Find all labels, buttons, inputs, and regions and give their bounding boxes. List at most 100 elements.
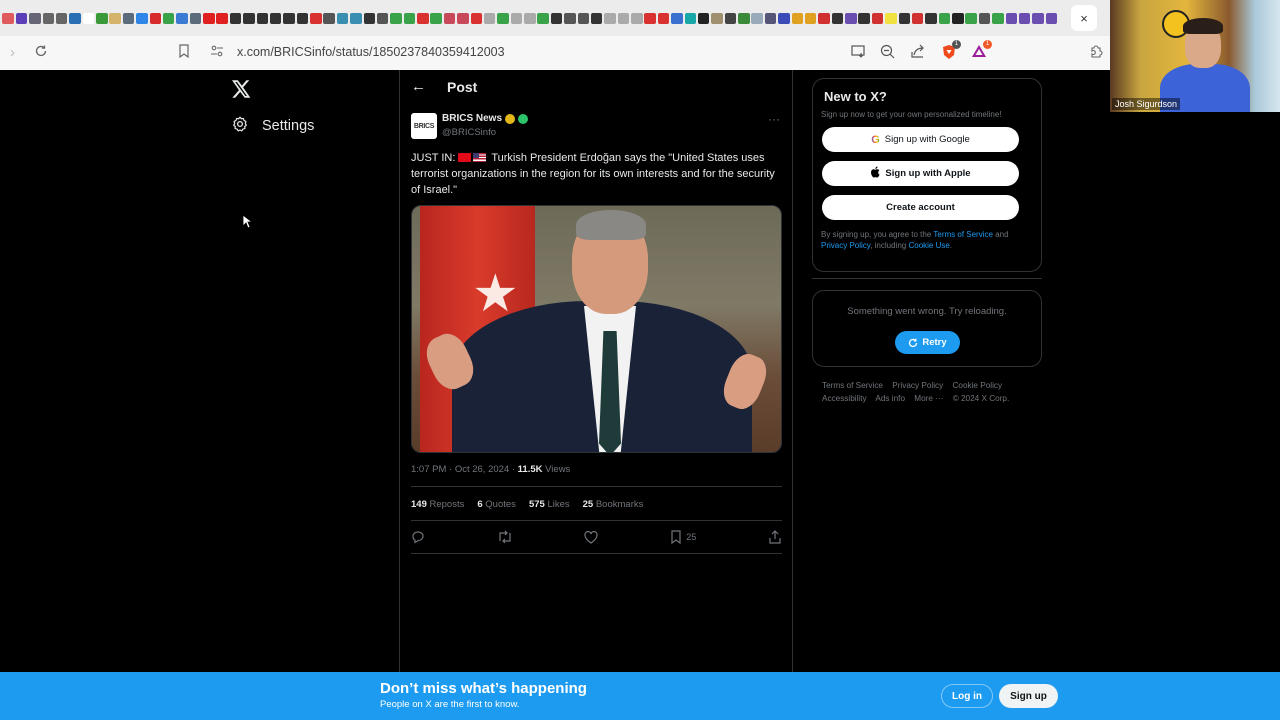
bookmark-favicon-icon[interactable]	[430, 12, 442, 24]
bookmark-favicon-icon[interactable]	[524, 12, 536, 24]
bookmark-favicon-icon[interactable]	[871, 12, 884, 24]
bookmark-favicon-icon[interactable]	[604, 12, 616, 24]
bookmark-favicon-icon[interactable]	[136, 12, 148, 24]
bookmark-favicon-icon[interactable]	[363, 12, 376, 24]
cast-icon[interactable]	[851, 44, 866, 63]
bookmark-favicon-icon[interactable]	[149, 12, 162, 24]
terms-link[interactable]: Terms of Service	[933, 230, 993, 239]
repost-button[interactable]	[497, 530, 513, 544]
bookmark-favicon-icon[interactable]	[751, 12, 763, 24]
bookmark-favicon-icon[interactable]	[189, 12, 202, 24]
bookmark-favicon-icon[interactable]	[162, 12, 175, 24]
bookmark-favicon-icon[interactable]	[336, 12, 349, 24]
share-button[interactable]	[768, 530, 782, 544]
signup-google-button[interactable]: G Sign up with Google	[822, 127, 1019, 152]
bookmark-favicon-icon[interactable]	[992, 12, 1004, 24]
bookmark-favicon-icon[interactable]	[457, 12, 469, 24]
bookmark-favicon-icon[interactable]	[470, 12, 483, 24]
bookmark-favicon-icon[interactable]	[697, 12, 710, 24]
x-logo-icon[interactable]	[232, 80, 252, 100]
forward-icon[interactable]: ›	[10, 44, 15, 62]
bookmarks-stat[interactable]: 25 Bookmarks	[583, 499, 644, 510]
share-icon[interactable]	[910, 44, 925, 64]
bookmark-favicon-icon[interactable]	[29, 12, 41, 24]
footer-accessibility[interactable]: Accessibility	[822, 394, 867, 403]
bookmark-favicon-icon[interactable]	[176, 12, 188, 24]
quotes-stat[interactable]: 6 Quotes	[477, 499, 516, 510]
bookmark-favicon-icon[interactable]	[15, 12, 28, 24]
bookmark-favicon-icon[interactable]	[1045, 12, 1058, 24]
create-account-button[interactable]: Create account	[822, 195, 1019, 220]
bookmark-favicon-icon[interactable]	[483, 12, 496, 24]
bookmark-favicon-icon[interactable]	[96, 12, 108, 24]
settings-link[interactable]: Settings	[232, 116, 314, 136]
reposts-stat[interactable]: 149 Reposts	[411, 499, 464, 510]
bookmark-favicon-icon[interactable]	[403, 12, 416, 24]
bookmark-favicon-icon[interactable]	[350, 12, 362, 24]
bookmark-favicon-icon[interactable]	[256, 12, 269, 24]
bookmark-favicon-icon[interactable]	[82, 12, 95, 24]
post-image[interactable]: ★	[411, 205, 782, 453]
bookmark-favicon-icon[interactable]	[109, 12, 121, 24]
signup-apple-button[interactable]: Sign up with Apple	[822, 161, 1019, 186]
footer-ads-info[interactable]: Ads info	[875, 394, 905, 403]
bookmark-favicon-icon[interactable]	[296, 12, 309, 24]
reply-button[interactable]	[411, 530, 425, 544]
bookmark-button[interactable]: 25	[670, 530, 696, 544]
bookmark-favicon-icon[interactable]	[898, 12, 911, 24]
bookmark-favicon-icon[interactable]	[1032, 12, 1044, 24]
likes-stat[interactable]: 575 Likes	[529, 499, 570, 510]
signup-button[interactable]: Sign up	[999, 684, 1058, 708]
bookmark-favicon-icon[interactable]	[283, 12, 295, 24]
close-tab-button[interactable]: ×	[1071, 5, 1097, 31]
bookmark-page-icon[interactable]	[178, 44, 190, 63]
site-settings-icon[interactable]	[210, 44, 224, 63]
bookmark-favicon-icon[interactable]	[671, 12, 683, 24]
footer-terms[interactable]: Terms of Service	[822, 381, 883, 390]
back-arrow-icon[interactable]: ←	[411, 78, 426, 95]
bookmark-favicon-icon[interactable]	[831, 12, 844, 24]
retry-button[interactable]: Retry	[895, 331, 960, 354]
bookmark-favicon-icon[interactable]	[925, 12, 937, 24]
bookmark-favicon-icon[interactable]	[684, 12, 697, 24]
login-button[interactable]: Log in	[941, 684, 993, 708]
footer-privacy[interactable]: Privacy Policy	[892, 381, 943, 390]
zoom-out-icon[interactable]	[880, 44, 895, 64]
bookmark-favicon-icon[interactable]	[631, 12, 643, 24]
bookmark-favicon-icon[interactable]	[42, 12, 55, 24]
bookmark-favicon-icon[interactable]	[978, 12, 991, 24]
post-timestamp[interactable]: 1:07 PM · Oct 26, 2024 ·	[411, 464, 515, 475]
bookmark-favicon-icon[interactable]	[590, 12, 603, 24]
bookmark-favicon-icon[interactable]	[845, 12, 857, 24]
bookmark-favicon-icon[interactable]	[376, 12, 389, 24]
bookmark-favicon-icon[interactable]	[644, 12, 656, 24]
url-field[interactable]: x.com/BRICSinfo/status/18502378403594120…	[237, 45, 505, 59]
bookmark-favicon-icon[interactable]	[952, 12, 964, 24]
bookmark-favicon-icon[interactable]	[738, 12, 750, 24]
bookmark-favicon-icon[interactable]	[323, 12, 335, 24]
extensions-icon[interactable]	[1089, 44, 1103, 63]
bookmark-favicon-icon[interactable]	[229, 12, 242, 24]
bookmark-favicon-icon[interactable]	[791, 12, 804, 24]
bookmark-favicon-icon[interactable]	[243, 12, 255, 24]
bookmark-favicon-icon[interactable]	[657, 12, 670, 24]
author-handle[interactable]: @BRICSinfo	[442, 127, 496, 138]
bookmark-favicon-icon[interactable]	[617, 12, 630, 24]
bookmark-favicon-icon[interactable]	[122, 12, 135, 24]
footer-more[interactable]: More ···	[914, 394, 943, 403]
bookmark-favicon-icon[interactable]	[778, 12, 790, 24]
bookmark-favicon-icon[interactable]	[858, 12, 870, 24]
brave-shields-icon[interactable]: 1	[942, 40, 961, 65]
bookmark-favicon-icon[interactable]	[203, 12, 215, 24]
bookmark-favicon-icon[interactable]	[938, 12, 951, 24]
bookmark-favicon-icon[interactable]	[443, 12, 456, 24]
bookmark-favicon-icon[interactable]	[216, 12, 228, 24]
bookmark-favicon-icon[interactable]	[550, 12, 563, 24]
bookmark-favicon-icon[interactable]	[55, 12, 68, 24]
privacy-link[interactable]: Privacy Policy	[821, 241, 870, 250]
bookmark-favicon-icon[interactable]	[510, 12, 523, 24]
bookmark-favicon-icon[interactable]	[885, 12, 897, 24]
bookmark-favicon-icon[interactable]	[69, 12, 81, 24]
bookmark-favicon-icon[interactable]	[764, 12, 777, 24]
bookmark-favicon-icon[interactable]	[577, 12, 590, 24]
